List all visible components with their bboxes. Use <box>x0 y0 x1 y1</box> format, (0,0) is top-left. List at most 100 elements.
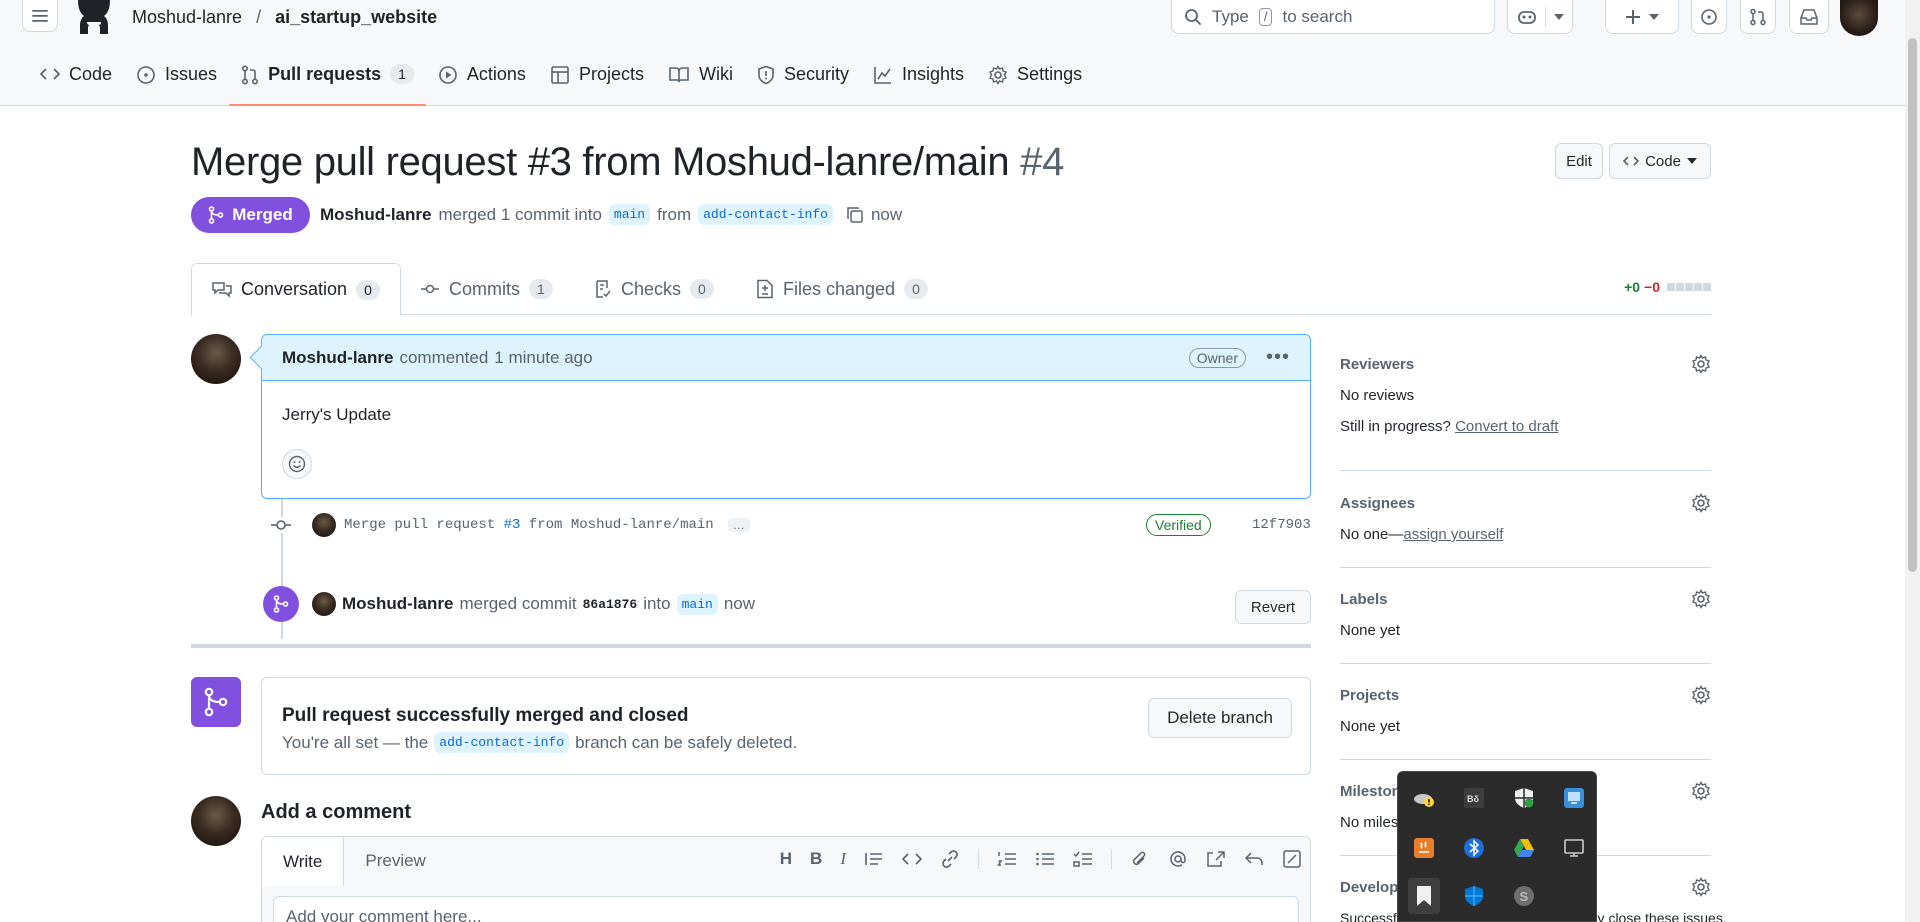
google-drive-icon[interactable] <box>1512 836 1536 860</box>
gear-icon[interactable] <box>1691 589 1711 609</box>
revert-button[interactable]: Revert <box>1235 590 1311 624</box>
gear-icon[interactable] <box>1691 354 1711 374</box>
fullscreen-icon[interactable] <box>1282 850 1302 868</box>
defender-icon[interactable] <box>1512 786 1536 810</box>
tab-files-changed[interactable]: Files changed 0 <box>736 263 948 315</box>
code-icon[interactable] <box>902 850 922 868</box>
java-icon[interactable] <box>1412 836 1436 860</box>
sidebar-divider <box>1340 759 1711 760</box>
comment-textarea[interactable]: Add your comment here... <box>273 896 1299 922</box>
comment-header: Moshud-lanre commented 1 minute ago Owne… <box>262 335 1310 381</box>
comment-author-link[interactable]: Moshud-lanre <box>282 348 393 368</box>
ordered-list-icon[interactable] <box>997 850 1017 868</box>
onedrive-warning-icon[interactable] <box>1412 786 1436 810</box>
tab-issues[interactable]: Issues <box>124 60 229 106</box>
preview-tab[interactable]: Preview <box>344 837 446 885</box>
assign-yourself-link[interactable]: assign yourself <box>1403 526 1503 543</box>
merger-link[interactable]: Moshud-lanre <box>342 594 453 614</box>
code-dropdown-button[interactable]: Code <box>1609 143 1711 179</box>
pull-requests-button[interactable] <box>1740 0 1776 34</box>
bookmark-app-icon[interactable] <box>1408 878 1440 914</box>
tab-conversation[interactable]: Conversation 0 <box>191 263 401 316</box>
merged-into-branch[interactable]: main <box>676 593 718 615</box>
bold-icon[interactable]: B <box>810 849 822 869</box>
tab-wiki-label: Wiki <box>698 64 733 84</box>
commit-pr-link[interactable]: #3 <box>504 517 521 533</box>
cross-reference-icon[interactable] <box>1206 850 1226 868</box>
tab-code[interactable]: Code <box>28 60 124 106</box>
menu-button[interactable] <box>22 0 58 32</box>
write-tab[interactable]: Write <box>262 837 345 886</box>
diffstat-bar <box>1666 283 1711 291</box>
gear-icon[interactable] <box>1691 877 1711 897</box>
search-input[interactable]: Type / to search <box>1171 0 1495 34</box>
tab-wiki[interactable]: Wiki <box>656 60 745 106</box>
issues-button[interactable] <box>1691 0 1727 34</box>
pr-meta-from: from <box>657 204 692 224</box>
defender-shield-icon[interactable] <box>1462 884 1486 908</box>
labels-title[interactable]: Labels <box>1340 591 1711 608</box>
copilot-button[interactable] <box>1507 0 1573 34</box>
assignees-title[interactable]: Assignees <box>1340 495 1711 512</box>
reply-icon[interactable] <box>1244 850 1264 868</box>
tab-commits[interactable]: Commits 1 <box>400 263 573 315</box>
merged-event-text: merged commit <box>459 594 577 613</box>
gear-icon <box>989 65 1008 85</box>
commit-author-avatar[interactable] <box>312 513 336 537</box>
tab-actions[interactable]: Actions <box>426 60 538 106</box>
screen-app-icon[interactable]: Bδ <box>1462 786 1486 810</box>
link-icon[interactable] <box>940 850 960 868</box>
owner-link[interactable]: Moshud-lanre <box>132 7 242 28</box>
projects-title[interactable]: Projects <box>1340 687 1711 704</box>
github-logo-icon[interactable] <box>74 0 114 34</box>
copy-icon[interactable] <box>846 206 864 224</box>
network-app-icon[interactable] <box>1562 786 1586 810</box>
tab-projects[interactable]: Projects <box>538 60 656 106</box>
tab-code-label: Code <box>69 64 113 84</box>
display-icon[interactable] <box>1562 836 1586 860</box>
tasklist-icon[interactable] <box>1073 850 1093 868</box>
checklist-icon <box>596 280 611 298</box>
delete-branch-button[interactable]: Delete branch <box>1148 698 1292 738</box>
commit-message[interactable]: Merge pull request #3 from Moshud-lanre/… <box>344 517 714 533</box>
gear-icon[interactable] <box>1691 685 1711 705</box>
create-new-button[interactable] <box>1605 0 1679 34</box>
tab-settings[interactable]: Settings <box>976 60 1094 106</box>
merger-avatar[interactable] <box>312 592 336 616</box>
inbox-button[interactable] <box>1789 0 1829 34</box>
add-reaction-button[interactable] <box>282 449 312 479</box>
tab-insights[interactable]: Insights <box>861 60 976 106</box>
verified-badge[interactable]: Verified <box>1146 514 1211 536</box>
mention-icon[interactable] <box>1168 850 1188 868</box>
merge-commit-sha[interactable]: 86a1876 <box>583 597 638 612</box>
deletable-branch[interactable]: add-contact-info <box>434 732 570 753</box>
tab-checks[interactable]: Checks 0 <box>574 263 734 315</box>
gear-icon[interactable] <box>1691 493 1711 513</box>
scrollbar-thumb[interactable] <box>1908 38 1917 572</box>
tab-pull-requests[interactable]: Pull requests 1 <box>229 60 426 106</box>
unordered-list-icon[interactable] <box>1035 850 1055 868</box>
user-avatar[interactable] <box>1840 0 1878 36</box>
edit-button[interactable]: Edit <box>1555 143 1603 179</box>
head-branch[interactable]: add-contact-info <box>698 204 833 225</box>
repo-link[interactable]: ai_startup_website <box>275 7 437 28</box>
pr-author-link[interactable]: Moshud-lanre <box>320 205 431 225</box>
base-branch[interactable]: main <box>608 204 651 225</box>
skype-icon[interactable]: S <box>1512 884 1536 908</box>
comment-author-avatar[interactable] <box>191 334 241 384</box>
comment-time[interactable]: 1 minute ago <box>494 348 592 368</box>
gear-icon[interactable] <box>1691 781 1711 801</box>
paperclip-icon[interactable] <box>1130 850 1150 868</box>
heading-icon[interactable]: H <box>780 849 792 869</box>
commit-sha[interactable]: 12f7903 <box>1252 517 1311 533</box>
quote-icon[interactable] <box>864 850 884 868</box>
comment-editor: Write Preview H B I Add your comment her… <box>261 836 1311 922</box>
commit-expand-button[interactable]: … <box>727 518 750 532</box>
reviewers-title[interactable]: Reviewers <box>1340 356 1711 373</box>
italic-icon[interactable]: I <box>840 849 846 869</box>
convert-to-draft-link[interactable]: Convert to draft <box>1455 418 1558 435</box>
tab-commits-count: 1 <box>529 279 553 299</box>
tab-security[interactable]: Security <box>745 60 861 106</box>
kebab-horizontal-icon[interactable]: ••• <box>1266 346 1290 369</box>
bluetooth-icon[interactable] <box>1462 836 1486 860</box>
